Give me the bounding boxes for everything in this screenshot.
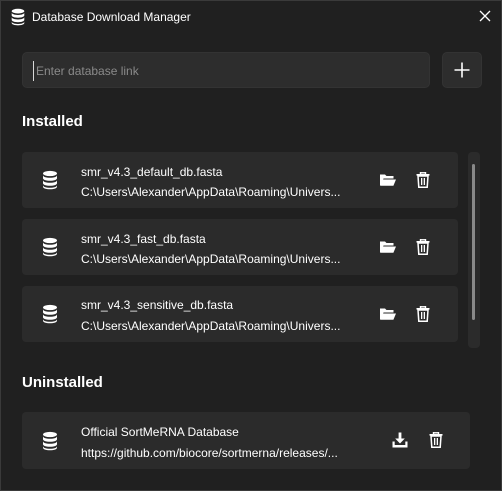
trash-icon bbox=[416, 306, 430, 322]
database-icon bbox=[10, 8, 26, 26]
database-path: C:\Users\Alexander\AppData\Roaming\Unive… bbox=[81, 252, 341, 266]
installed-heading: Installed bbox=[22, 113, 83, 130]
database-link-field[interactable] bbox=[22, 52, 430, 88]
installed-scrollbar[interactable] bbox=[468, 152, 480, 348]
add-database-button[interactable] bbox=[442, 52, 482, 88]
database-icon bbox=[42, 304, 58, 324]
open-folder-button[interactable] bbox=[377, 303, 399, 325]
plus-icon bbox=[454, 62, 470, 78]
database-name: smr_v4.3_sensitive_db.fasta bbox=[81, 298, 234, 312]
database-icon bbox=[42, 431, 58, 451]
database-name: Official SortMeRNA Database bbox=[81, 425, 239, 439]
close-button[interactable] bbox=[471, 3, 499, 29]
open-folder-button[interactable] bbox=[377, 236, 399, 258]
download-icon bbox=[392, 432, 408, 448]
download-button[interactable] bbox=[389, 429, 411, 451]
database-path: C:\Users\Alexander\AppData\Roaming\Unive… bbox=[81, 185, 341, 199]
database-icon bbox=[42, 170, 58, 190]
window-title: Database Download Manager bbox=[32, 10, 191, 24]
database-link-input[interactable] bbox=[33, 61, 428, 81]
scrollbar-thumb[interactable] bbox=[472, 164, 475, 320]
database-name: smr_v4.3_default_db.fasta bbox=[81, 165, 223, 179]
installed-item: smr_v4.3_fast_db.fasta C:\Users\Alexande… bbox=[22, 219, 458, 275]
database-icon bbox=[42, 237, 58, 257]
delete-button[interactable] bbox=[412, 236, 434, 258]
database-path: C:\Users\Alexander\AppData\Roaming\Unive… bbox=[81, 319, 341, 333]
delete-button[interactable] bbox=[412, 169, 434, 191]
uninstalled-heading: Uninstalled bbox=[22, 374, 103, 391]
installed-item: smr_v4.3_default_db.fasta C:\Users\Alexa… bbox=[22, 152, 458, 208]
close-icon bbox=[479, 10, 491, 22]
delete-button[interactable] bbox=[425, 429, 447, 451]
app-window: Database Download Manager Installed smr_… bbox=[0, 0, 502, 491]
folder-open-icon bbox=[379, 173, 397, 187]
database-url: https://github.com/biocore/sortmerna/rel… bbox=[81, 446, 338, 460]
open-folder-button[interactable] bbox=[377, 169, 399, 191]
installed-item: smr_v4.3_sensitive_db.fasta C:\Users\Ale… bbox=[22, 286, 458, 342]
database-name: smr_v4.3_fast_db.fasta bbox=[81, 232, 206, 246]
folder-open-icon bbox=[379, 307, 397, 321]
uninstalled-item: Official SortMeRNA Database https://gith… bbox=[22, 412, 470, 469]
trash-icon bbox=[416, 239, 430, 255]
title-bar: Database Download Manager bbox=[1, 1, 501, 33]
folder-open-icon bbox=[379, 240, 397, 254]
trash-icon bbox=[416, 172, 430, 188]
delete-button[interactable] bbox=[412, 303, 434, 325]
trash-icon bbox=[429, 432, 443, 448]
